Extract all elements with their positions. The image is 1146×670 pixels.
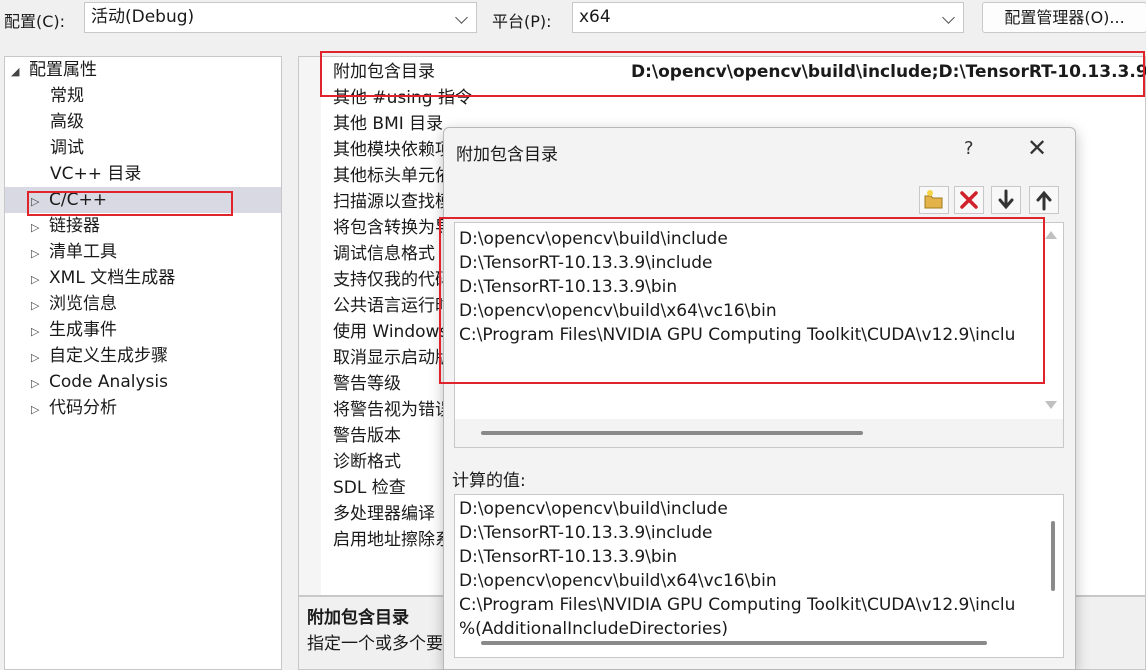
tree-item-vc-directories[interactable]: VC++ 目录 <box>50 161 141 187</box>
property-row[interactable]: 将包含转换为导 <box>333 215 452 241</box>
tree-item-config-properties[interactable]: ◢ 配置属性 <box>11 57 97 83</box>
platform-label: 平台(P): <box>492 12 552 31</box>
computed-values-label: 计算的值: <box>452 471 526 491</box>
collapsed-arrow-icon: ▷ <box>31 221 40 234</box>
tree-item-xml-doc-generator[interactable]: ▷ XML 文档生成器 <box>31 265 175 291</box>
property-row[interactable]: 其他 BMI 目录 <box>333 111 443 137</box>
computed-item: D:\TensorRT-10.13.3.9\bin <box>459 547 678 567</box>
dialog-title: 附加包含目录 <box>456 145 558 165</box>
tree-item-build-events[interactable]: ▷ 生成事件 <box>31 317 117 343</box>
property-row[interactable]: 其他标头单元依 <box>333 163 452 189</box>
grid-gutter <box>299 57 321 595</box>
tree-item-code-analysis-en[interactable]: ▷ Code Analysis <box>31 369 168 395</box>
tree-item-debugging[interactable]: 调试 <box>50 135 84 161</box>
property-row[interactable]: 其他模块依赖项 <box>333 137 452 163</box>
property-row[interactable]: 调试信息格式 <box>333 241 435 267</box>
scroll-down-arrow-icon[interactable] <box>1045 401 1057 409</box>
collapsed-arrow-icon: ▷ <box>31 377 40 390</box>
property-row[interactable]: 多处理器编译 <box>333 501 435 527</box>
platform-dropdown-value: x64 <box>579 7 611 27</box>
move-down-icon <box>998 189 1014 210</box>
property-row[interactable]: 支持仅我的代码 <box>333 267 452 293</box>
property-row[interactable]: 启用地址擦除系 <box>333 527 452 553</box>
collapsed-arrow-icon: ▷ <box>31 247 40 260</box>
tree-item-label: 高级 <box>50 112 84 132</box>
tree-item-label: VC++ 目录 <box>50 164 142 184</box>
collapsed-arrow-icon: ▷ <box>31 403 40 416</box>
include-dirs-dialog: 附加包含目录 ? ✕ D:\opencv\opencv\build\includ… <box>443 127 1076 670</box>
collapsed-arrow-icon: ▷ <box>31 273 40 286</box>
tree-item-browse-info[interactable]: ▷ 浏览信息 <box>31 291 117 317</box>
list-highlight-box <box>439 217 1045 384</box>
tree-item-label: XML 文档生成器 <box>49 268 176 288</box>
config-label: 配置(C): <box>4 12 66 31</box>
tree-item-general[interactable]: 常规 <box>50 83 84 109</box>
property-row[interactable]: 将警告视为错误 <box>333 397 452 423</box>
tree-item-custom-build-step[interactable]: ▷ 自定义生成步骤 <box>31 343 168 369</box>
platform-dropdown[interactable]: x64 <box>572 2 964 33</box>
tree-item-linker[interactable]: ▷ 链接器 <box>31 213 100 239</box>
property-row[interactable]: 使用 Windows <box>333 319 448 345</box>
tree-item-label: 配置属性 <box>29 60 97 80</box>
computed-item: D:\TensorRT-10.13.3.9\include <box>459 523 713 543</box>
tree-item-label: 常规 <box>50 86 84 106</box>
chevron-down-icon <box>942 11 955 24</box>
help-button[interactable]: ? <box>964 138 974 159</box>
collapsed-arrow-icon: ▷ <box>31 351 40 364</box>
move-up-icon <box>1036 190 1052 211</box>
computed-horizontal-scroll-thumb[interactable] <box>481 641 987 645</box>
move-up-button[interactable] <box>1029 186 1059 214</box>
tree-item-label: 清单工具 <box>49 242 117 262</box>
property-row[interactable]: 扫描源以查找模 <box>333 189 452 215</box>
tree-item-label: 代码分析 <box>49 398 117 418</box>
tree-item-manifest-tool[interactable]: ▷ 清单工具 <box>31 239 117 265</box>
expanded-arrow-icon: ◢ <box>11 65 20 78</box>
list-horizontal-scrollbar[interactable] <box>455 419 1063 447</box>
tree-item-label: 生成事件 <box>49 320 117 340</box>
computed-values-box: D:\opencv\opencv\build\include D:\Tensor… <box>454 494 1064 658</box>
computed-item: %(AdditionalIncludeDirectories) <box>459 619 728 639</box>
scroll-up-arrow-icon[interactable] <box>1045 231 1057 239</box>
property-row[interactable]: 警告等级 <box>333 371 401 397</box>
tree-item-label: 浏览信息 <box>49 294 117 314</box>
cpp-highlight-box <box>27 191 233 216</box>
collapsed-arrow-icon: ▷ <box>31 299 40 312</box>
computed-item: D:\opencv\opencv\build\include <box>459 499 728 519</box>
collapsed-arrow-icon: ▷ <box>31 325 40 338</box>
delete-line-button[interactable] <box>954 186 984 214</box>
tree-item-code-analysis-zh[interactable]: ▷ 代码分析 <box>31 395 117 421</box>
property-row[interactable]: 警告版本 <box>333 423 401 449</box>
computed-vertical-scroll-thumb[interactable] <box>1051 521 1055 591</box>
property-row[interactable]: SDL 检查 <box>333 475 406 501</box>
new-line-button[interactable] <box>919 186 949 214</box>
new-folder-icon <box>924 190 943 209</box>
config-dropdown[interactable]: 活动(Debug) <box>84 2 477 33</box>
tree-item-label: 链接器 <box>49 216 100 236</box>
property-tree: ◢ 配置属性 常规 高级 调试 VC++ 目录 ▷ C/C++ ▷ 链接器 ▷ 清单工具… <box>4 56 282 670</box>
property-row[interactable]: 公共语言运行时 <box>333 293 452 319</box>
computed-item: D:\opencv\opencv\build\x64\vc16\bin <box>459 571 777 591</box>
move-down-button[interactable] <box>991 186 1021 214</box>
delete-icon <box>960 191 978 209</box>
property-highlight-box <box>320 51 1145 97</box>
close-button[interactable]: ✕ <box>1027 134 1047 162</box>
config-dropdown-value: 活动(Debug) <box>91 7 195 27</box>
tree-item-label: 自定义生成步骤 <box>49 346 168 366</box>
horizontal-scroll-thumb[interactable] <box>481 431 863 435</box>
computed-item: C:\Program Files\NVIDIA GPU Computing To… <box>459 595 1016 615</box>
property-row[interactable]: 取消显示启动版 <box>333 345 452 371</box>
description-text: 指定一个或多个要 <box>307 634 443 654</box>
tree-item-label: 调试 <box>50 138 84 158</box>
tree-item-label: Code Analysis <box>49 372 168 392</box>
property-row[interactable]: 诊断格式 <box>333 449 401 475</box>
config-manager-button[interactable]: 配置管理器(O)... <box>982 2 1146 33</box>
description-title: 附加包含目录 <box>307 608 409 628</box>
config-toolbar: 配置(C): 活动(Debug) 平台(P): x64 配置管理器(O)... <box>0 0 1146 44</box>
tree-item-advanced[interactable]: 高级 <box>50 109 84 135</box>
chevron-down-icon <box>455 11 468 24</box>
